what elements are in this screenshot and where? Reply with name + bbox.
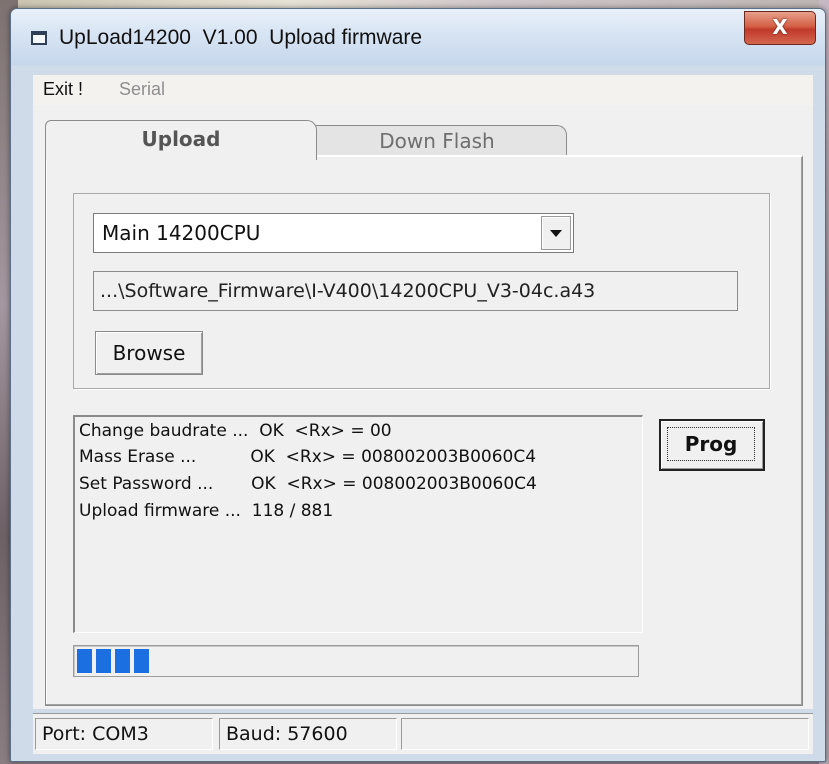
log-line: Set Password ... OK <Rx> = 008002003B006…	[79, 474, 537, 494]
log-line: Change baudrate ... OK <Rx> = 00	[79, 421, 392, 441]
client-area: Down Flash Upload Main 14200CPU ...\Soft…	[33, 105, 813, 709]
log-line: Upload firmware ... 118 / 881	[79, 501, 334, 521]
target-select[interactable]: Main 14200CPU	[93, 213, 574, 253]
firmware-path-field[interactable]: ...\Software_Firmware\I-V400\14200CPU_V3…	[93, 271, 738, 311]
browse-button[interactable]: Browse	[95, 331, 203, 375]
chevron-down-icon[interactable]	[541, 216, 571, 250]
app-window: UpLoad14200 V1.00 Upload firmware X Exit…	[10, 8, 826, 762]
menu-bar: Exit ! Serial	[33, 75, 813, 106]
window-title: UpLoad14200 V1.00 Upload firmware	[59, 26, 423, 49]
close-button[interactable]: X	[744, 11, 816, 45]
menu-serial[interactable]: Serial	[119, 79, 165, 100]
status-bar: Port: COM3 Baud: 57600	[33, 713, 813, 754]
prog-button[interactable]: Prog	[659, 419, 765, 471]
tab-down-flash[interactable]: Down Flash	[307, 125, 567, 159]
status-baud: Baud: 57600	[219, 718, 397, 750]
progress-fill	[77, 649, 149, 673]
upload-progress-bar	[73, 645, 639, 677]
prog-button-label: Prog	[667, 427, 755, 461]
log-box[interactable]: Change baudrate ... OK <Rx> = 00 Mass Er…	[73, 415, 643, 633]
menu-exit[interactable]: Exit !	[43, 79, 83, 100]
status-extra	[401, 718, 809, 750]
tab-upload[interactable]: Upload	[45, 120, 317, 160]
firmware-path-value: ...\Software_Firmware\I-V400\14200CPU_V3…	[100, 280, 596, 302]
app-window-icon[interactable]	[31, 31, 47, 45]
title-bar[interactable]: UpLoad14200 V1.00 Upload firmware X	[11, 9, 825, 65]
target-select-value: Main 14200CPU	[102, 221, 261, 245]
log-line: Mass Erase ... OK <Rx> = 008002003B0060C…	[79, 447, 537, 467]
status-port: Port: COM3	[35, 718, 213, 750]
